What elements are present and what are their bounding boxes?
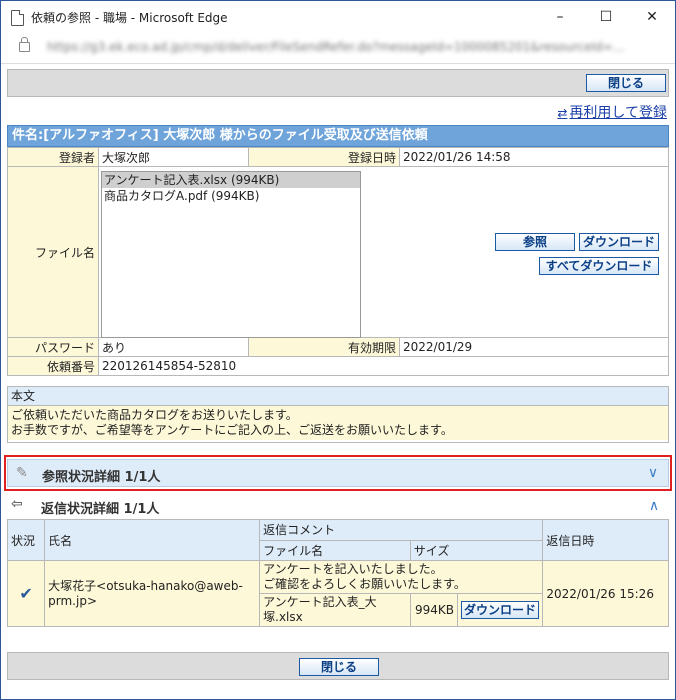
col-date: 返信日時 xyxy=(542,519,669,561)
reply-download-cell: ダウンロード xyxy=(456,593,544,627)
col-comment: 返信コメント xyxy=(259,519,544,541)
file-option-1[interactable]: アンケート記入表.xlsx (994KB) xyxy=(102,172,360,188)
date-label: 登録日時 xyxy=(248,147,400,167)
col-status: 状況 xyxy=(6,519,46,561)
highlight-box xyxy=(4,455,672,491)
col-file: ファイル名 xyxy=(259,539,411,561)
reply-status-title: 返信状況詳細 1/1人 xyxy=(41,502,160,517)
file-listbox[interactable]: アンケート記入表.xlsx (994KB) 商品カタログA.pdf (994KB… xyxy=(101,171,361,338)
expire-label: 有効期限 xyxy=(248,337,400,357)
title-bar: 依頼の参照 - 職場 - Microsoft Edge – ☐ ✕ xyxy=(1,1,675,33)
subject-header: 件名:[アルファオフィス] 大塚次郎 様からのファイル受取及び送信依頼 xyxy=(7,125,669,147)
download-button[interactable]: ダウンロード xyxy=(579,233,659,251)
address-bar[interactable]: https://g3.ek.eco.ad.jp/cmp/d/deliver/Fi… xyxy=(1,33,675,64)
maximize-icon[interactable]: ☐ xyxy=(583,1,629,33)
download-all-button[interactable]: すべてダウンロード xyxy=(539,257,659,275)
reply-download-button[interactable]: ダウンロード xyxy=(461,601,539,619)
page-icon xyxy=(11,10,24,26)
status-check-icon: ✔ xyxy=(6,560,46,627)
reply-comment: アンケートを記入いたしました。 ご確認をよろしくお願いいたします。 xyxy=(259,560,544,594)
body-label: 本文 xyxy=(8,387,668,406)
window-title: 依頼の参照 - 職場 - Microsoft Edge xyxy=(31,11,228,25)
close-window-icon[interactable]: ✕ xyxy=(629,1,675,33)
reply-date: 2022/01/26 15:26 xyxy=(542,560,669,627)
bottom-toolbar: 閉じる xyxy=(7,652,669,680)
file-label: ファイル名 xyxy=(7,166,99,338)
reply-size: 994KB xyxy=(409,593,459,627)
registrant-label: 登録者 xyxy=(7,147,99,167)
col-size: サイズ xyxy=(409,539,544,561)
request-label: 依頼番号 xyxy=(7,356,99,376)
recycle-icon: ⇄ xyxy=(557,106,568,120)
reply-arrow-icon: ⇦ xyxy=(11,496,23,512)
minimize-icon[interactable]: – xyxy=(537,1,583,33)
lock-icon xyxy=(19,37,30,52)
reply-name: 大塚花子<otsuka-hanako@aweb-prm.jp> xyxy=(44,560,261,627)
request-value: 220126145854-52810 xyxy=(98,356,669,376)
url-text[interactable]: https://g3.ek.eco.ad.jp/cmp/d/deliver/Fi… xyxy=(47,40,647,54)
body-box: 本文 ご依頼いただいた商品カタログをお送りいたします。 お手数ですが、ご希望等を… xyxy=(7,386,669,443)
chevron-up-icon[interactable]: ∧ xyxy=(645,497,663,515)
top-toolbar: 閉じる xyxy=(7,69,669,97)
page-content: 閉じる ⇄ 再利用して登録 件名:[アルファオフィス] 大塚次郎 様からのファイル… xyxy=(1,64,675,699)
file-option-2[interactable]: 商品カタログA.pdf (994KB) xyxy=(102,188,360,204)
view-button[interactable]: 参照 xyxy=(495,233,575,251)
password-value: あり xyxy=(98,337,249,357)
reuse-link[interactable]: ⇄ 再利用して登録 xyxy=(557,102,667,122)
col-name: 氏名 xyxy=(44,519,261,561)
date-value: 2022/01/26 14:58 xyxy=(399,147,669,167)
expire-value: 2022/01/29 xyxy=(399,337,669,357)
reply-table: 状況 氏名 返信コメント 返信日時 ファイル名 サイズ ✔ 大塚花子<otsuk… xyxy=(6,519,669,627)
reply-status-section[interactable]: ⇦ 返信状況詳細 1/1人 ∧ xyxy=(7,494,669,520)
body-text: ご依頼いただいた商品カタログをお送りいたします。 お手数ですが、ご希望等をアンケ… xyxy=(8,406,668,440)
close-button-bottom[interactable]: 閉じる xyxy=(299,658,379,676)
reply-file: アンケート記入表_大塚.xlsx xyxy=(259,593,411,627)
password-label: パスワード xyxy=(7,337,99,357)
close-button-top[interactable]: 閉じる xyxy=(586,74,666,92)
browser-window: 依頼の参照 - 職場 - Microsoft Edge – ☐ ✕ https:… xyxy=(0,0,676,700)
registrant-value: 大塚次郎 xyxy=(98,147,249,167)
